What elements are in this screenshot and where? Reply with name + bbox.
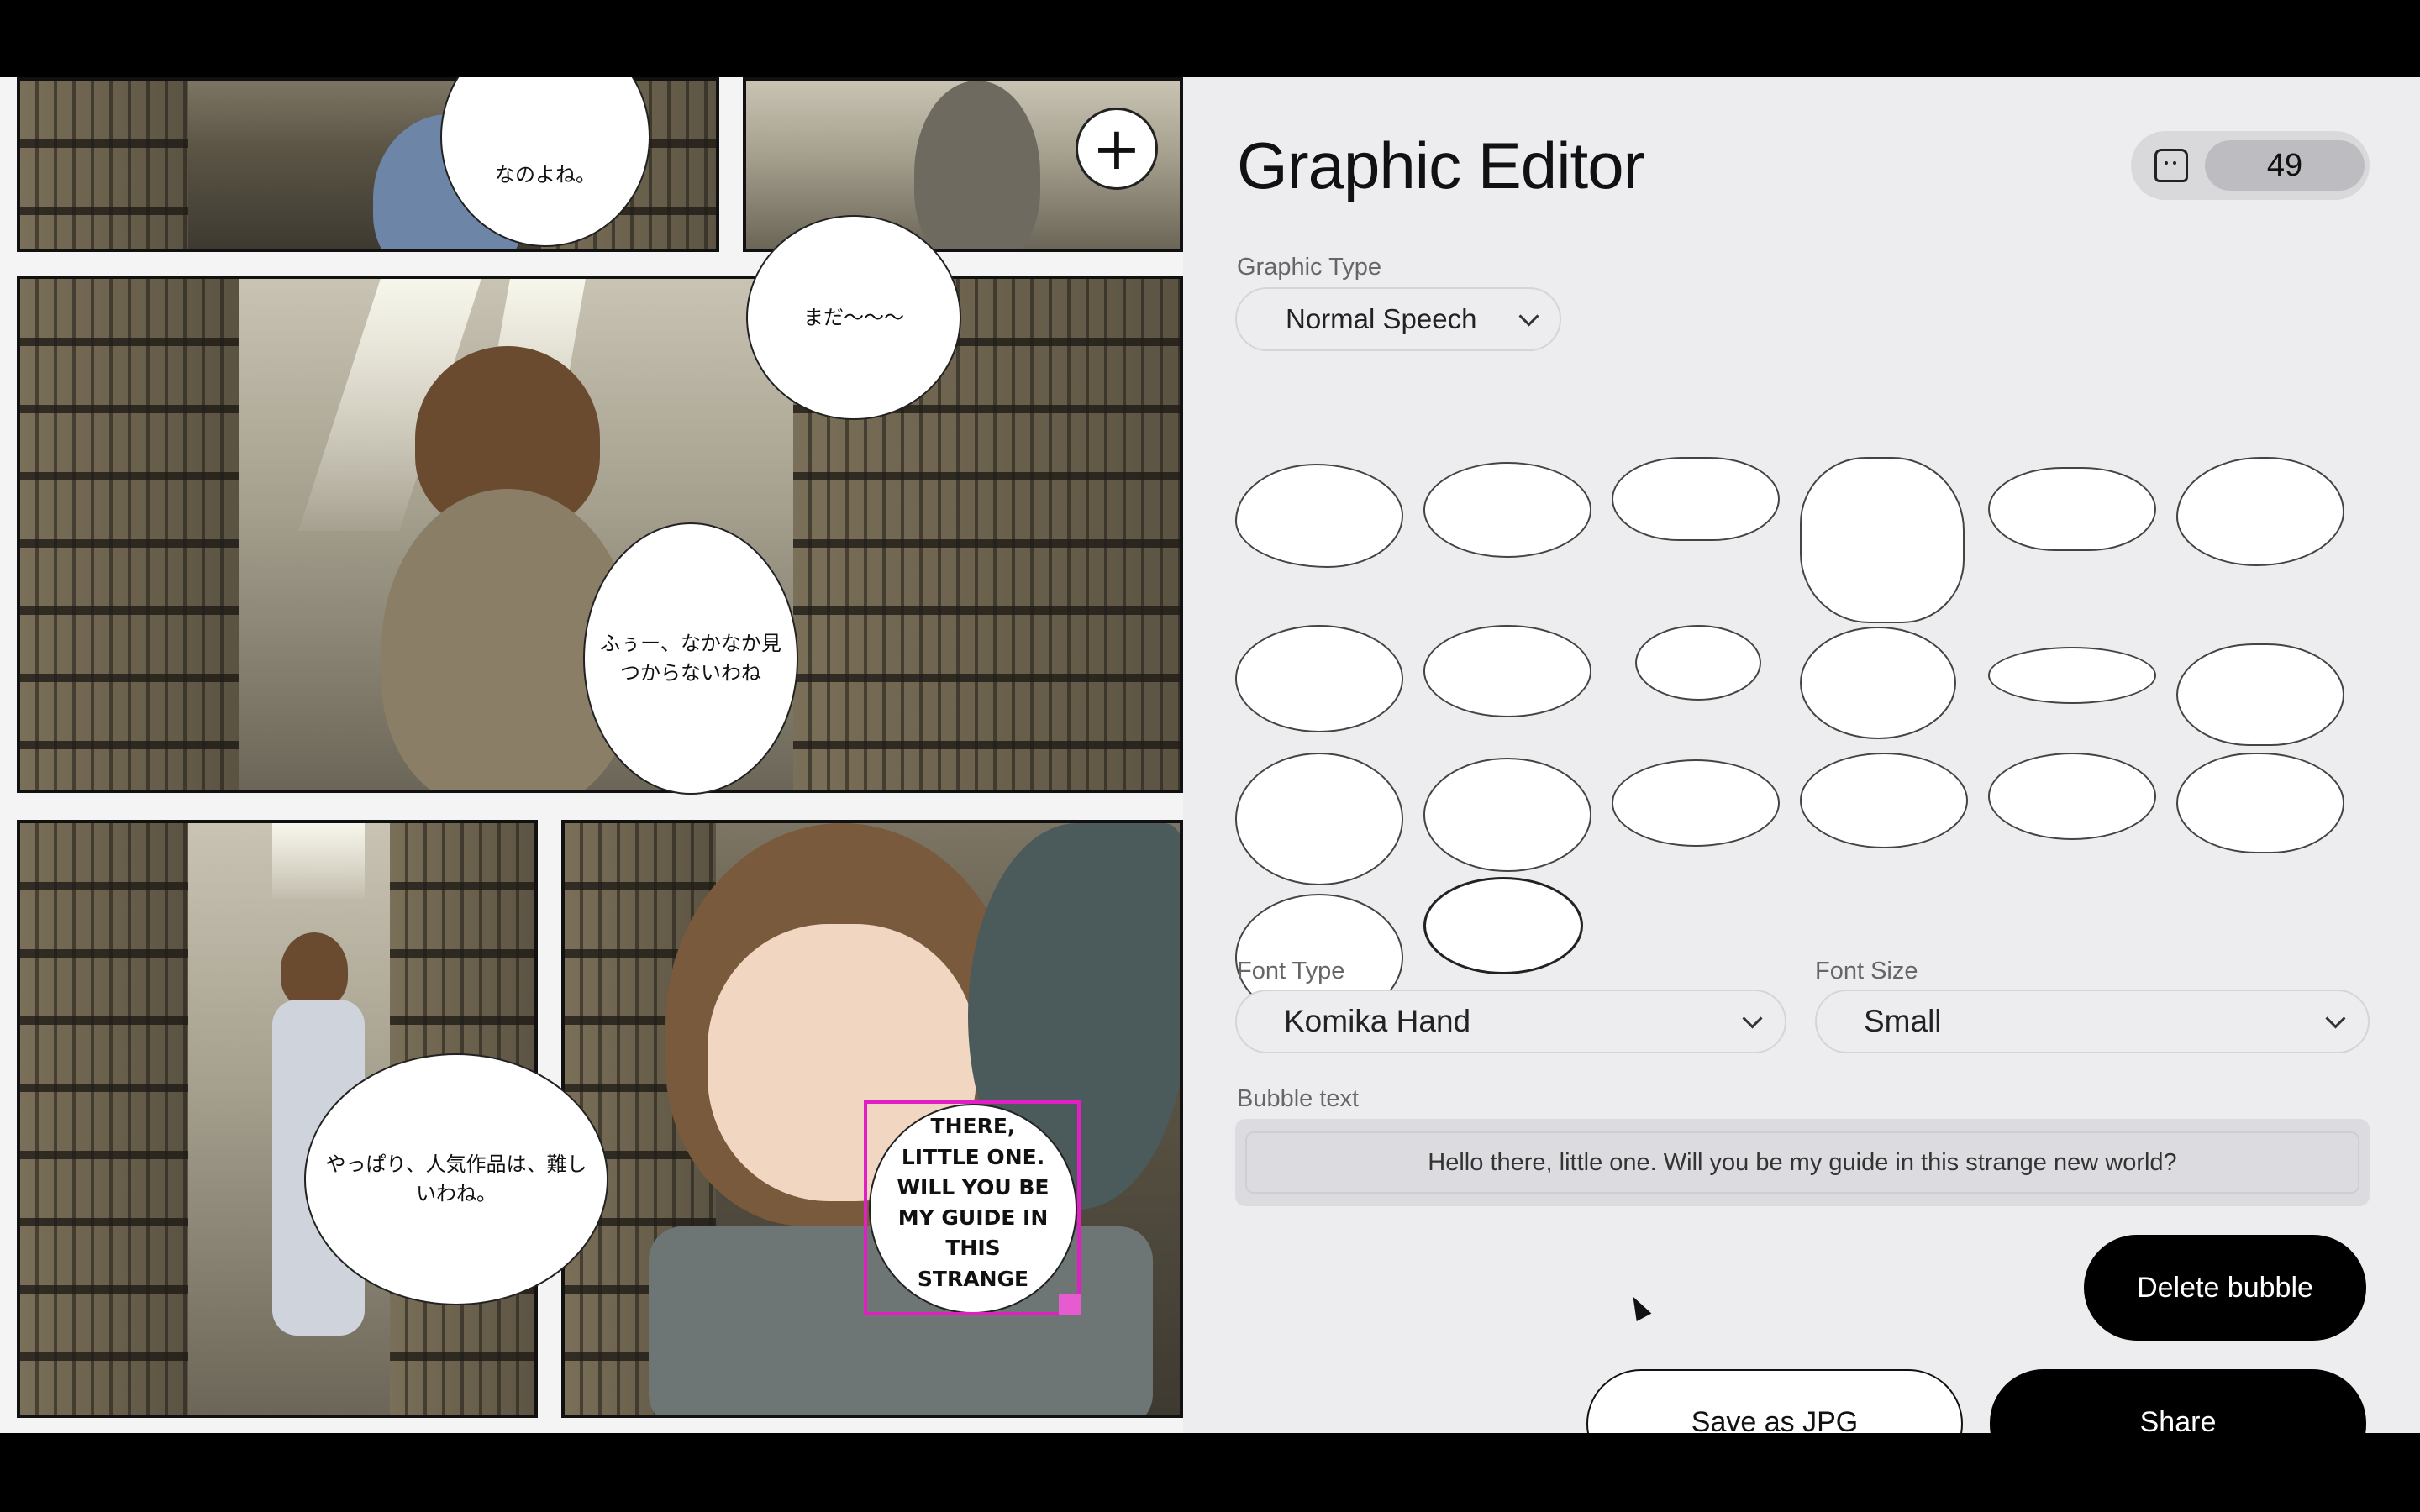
bubble-option-10[interactable] [1800,627,1956,739]
bubble-text-field[interactable]: Hello there, little one. Will you be my … [1235,1119,2370,1206]
bubble-option-5[interactable] [1988,467,2156,551]
graphic-type-value: Normal Speech [1286,303,1477,334]
save-jpg-button[interactable]: Save as JPG [1586,1369,1963,1433]
speech-bubble-bottom-left[interactable]: やっぱり、人気作品は、難しいわね。 [304,1053,608,1305]
save-jpg-label: Save as JPG [1691,1406,1859,1433]
font-size-select[interactable]: Small [1815,990,2370,1053]
bubble-text: やっぱり、人気作品は、難しいわね。 [325,1152,587,1205]
bubble-option-4[interactable] [1800,457,1965,623]
bubble-text: ふぅー、なかなか見つからないわね [600,632,781,685]
selection-box[interactable] [864,1100,1081,1315]
speech-bubble-middle[interactable]: ふぅー、なかなか見つからないわね [583,522,798,795]
bubble-option-9[interactable] [1635,625,1761,701]
bubble-text-label: Bubble text [1237,1085,1360,1112]
bubble-option-17[interactable] [1988,753,2156,840]
font-size-value: Small [1864,1004,1942,1038]
bubble-option-16[interactable] [1800,753,1968,848]
font-type-label: Font Type [1237,958,1345,984]
bubble-option-15[interactable] [1612,759,1780,847]
bubble-text: まだ〜〜〜 [803,305,904,329]
plus-icon: + [1092,114,1142,183]
bubble-option-7[interactable] [1235,625,1403,732]
bubble-option-8[interactable] [1423,625,1591,717]
bubble-option-20[interactable] [1423,877,1583,974]
chevron-down-icon [1742,1007,1763,1029]
bubble-option-14[interactable] [1423,758,1591,872]
bread-icon [2154,149,2188,182]
credits-badge: 49 [2131,131,2370,200]
chevron-down-icon [2325,1007,2346,1029]
bubble-option-11[interactable] [1988,647,2156,704]
bubble-option-6[interactable] [2176,457,2344,566]
graphic-type-select[interactable]: Normal Speech [1235,287,1561,351]
graphic-type-label: Graphic Type [1237,254,1381,281]
bubble-option-12[interactable] [2176,643,2344,746]
bubble-option-13[interactable] [1235,753,1403,885]
app-window: なのよね。 まだ〜〜〜 ふぅー、なかなか見つからないわね やっぱり、人気作品は、… [0,77,2420,1433]
page-title: Graphic Editor [1237,129,1645,202]
delete-bubble-button[interactable]: Delete bubble [2084,1235,2366,1341]
bubble-option-1[interactable] [1235,464,1403,568]
resize-handle[interactable] [1059,1294,1081,1315]
bubble-option-3[interactable] [1612,457,1780,541]
bubble-option-2[interactable] [1423,462,1591,558]
share-label: Share [2139,1406,2217,1433]
bubble-shape-grid [1235,380,2361,1021]
editor-panel: Graphic Editor 49 Graphic Type Normal Sp… [1183,77,2420,1433]
font-type-value: Komika Hand [1284,1004,1471,1038]
speech-bubble-top-right[interactable]: まだ〜〜〜 [746,215,961,420]
share-button[interactable]: Share [1990,1369,2366,1433]
add-bubble-button[interactable]: + [1076,108,1158,190]
bubble-option-18[interactable] [2176,753,2344,853]
comic-canvas[interactable]: なのよね。 まだ〜〜〜 ふぅー、なかなか見つからないわね やっぱり、人気作品は、… [0,77,1183,1433]
chevron-down-icon [1518,305,1539,327]
credits-count: 49 [2205,140,2365,191]
bubble-text: なのよね。 [495,162,596,186]
font-size-label: Font Size [1815,958,1918,984]
bubble-text-input[interactable]: Hello there, little one. Will you be my … [1245,1131,2360,1194]
font-type-select[interactable]: Komika Hand [1235,990,1786,1053]
